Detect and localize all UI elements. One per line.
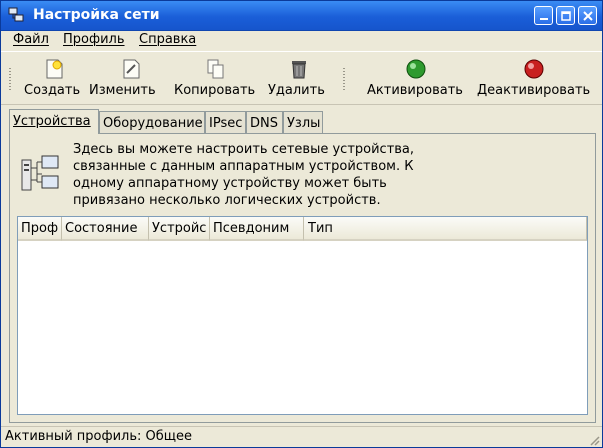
maximize-icon (561, 11, 571, 21)
menu-profile[interactable]: Профиль (63, 32, 125, 47)
create-button[interactable]: Создать (23, 54, 87, 100)
title-bar[interactable]: Настройка сети (1, 1, 602, 31)
tab-devices-label: Устройства (13, 114, 91, 129)
delete-button[interactable]: Удалить (267, 54, 331, 100)
tab-ipsec[interactable]: IPsec (205, 111, 246, 133)
window-title: Настройка сети (33, 7, 160, 23)
devices-list[interactable]: Проф Состояние Устройс Псевдоним Тип (17, 216, 588, 415)
status-bar: Активный профиль: Общее (1, 426, 602, 447)
description-line: связанные с данным аппаратным устройство… (73, 159, 414, 174)
activate-button[interactable]: Активировать (365, 54, 469, 100)
close-button[interactable] (578, 6, 597, 25)
tab-dns-label: DNS (250, 116, 278, 131)
menu-file[interactable]: Файл (13, 32, 49, 47)
devices-description: Здесь вы можете настроить сетевые устрой… (73, 141, 414, 209)
column-header-profile[interactable]: Проф (18, 217, 62, 241)
tab-ipsec-label: IPsec (209, 116, 243, 131)
trash-icon (292, 61, 306, 79)
minimize-button[interactable] (534, 6, 553, 25)
toolbar: Создать Изменить Копировать Удалить Акти… (1, 51, 602, 105)
edit-icon (123, 59, 140, 79)
delete-label: Удалить (268, 83, 325, 98)
edit-button[interactable]: Изменить (89, 54, 169, 100)
menu-help[interactable]: Справка (139, 32, 196, 47)
green-led-icon (406, 59, 426, 79)
red-led-icon (524, 59, 544, 79)
edit-label: Изменить (89, 83, 156, 98)
copy-label: Копировать (174, 83, 256, 98)
copy-button[interactable]: Копировать (173, 54, 259, 100)
network-app-icon (8, 7, 24, 22)
create-label: Создать (24, 83, 81, 98)
column-header-device[interactable]: Устройс (149, 217, 210, 241)
minimize-icon (540, 18, 548, 20)
active-profile-status: Активный профиль: Общее (5, 429, 193, 444)
column-header-type[interactable]: Тип (304, 217, 587, 241)
network-devices-icon (21, 155, 59, 191)
tab-hosts[interactable]: Узлы (283, 111, 323, 133)
column-header-nickname[interactable]: Псевдоним (210, 217, 304, 241)
menu-bar: Файл Профиль Справка (6, 30, 598, 50)
toolbar-grip-2[interactable] (343, 68, 345, 90)
copy-icon (207, 59, 224, 79)
tab-hardware-label: Оборудование (103, 116, 203, 131)
resize-grip-icon[interactable] (588, 434, 600, 446)
activate-label: Активировать (367, 83, 463, 98)
tab-hardware[interactable]: Оборудование (99, 111, 205, 133)
new-document-icon (46, 59, 63, 79)
network-config-window: Настройка сети Файл Профиль Справка Созд… (0, 0, 603, 448)
tab-devices[interactable]: Устройства (9, 109, 99, 134)
devices-panel: Здесь вы можете настроить сетевые устрой… (9, 133, 596, 423)
description-line: привязано несколько логических устройств… (73, 193, 381, 208)
deactivate-button[interactable]: Деактивировать (475, 54, 595, 100)
tab-dns[interactable]: DNS (246, 111, 283, 133)
description-line: одному аппаратному устройству может быть (73, 176, 387, 191)
toolbar-grip[interactable] (9, 68, 11, 90)
description-line: Здесь вы можете настроить сетевые устрой… (73, 142, 415, 157)
deactivate-label: Деактивировать (477, 83, 591, 98)
column-header-status[interactable]: Состояние (62, 217, 149, 241)
tab-hosts-label: Узлы (287, 116, 321, 131)
maximize-button[interactable] (556, 6, 575, 25)
close-icon (583, 11, 593, 21)
